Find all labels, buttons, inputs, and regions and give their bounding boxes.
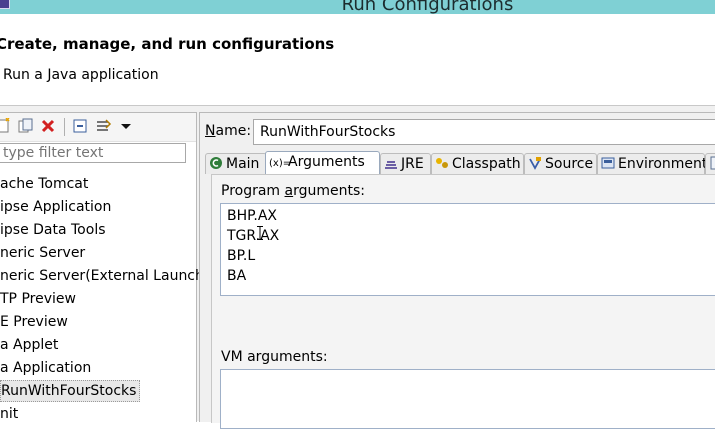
argument-line: TGR.AX <box>227 228 280 244</box>
argument-line: BP.L <box>227 248 256 264</box>
tab-main[interactable]: Main <box>205 153 267 174</box>
list-item[interactable]: neric Server <box>0 242 85 264</box>
window-title: Run Configurations <box>341 0 514 14</box>
list-item[interactable]: TP Preview <box>0 288 76 310</box>
source-icon <box>528 156 542 170</box>
tab-arguments[interactable]: (x)=Arguments <box>265 151 380 175</box>
main-icon <box>209 156 223 170</box>
common-icon <box>709 156 715 170</box>
filter-icon[interactable] <box>96 118 112 134</box>
list-item-selected[interactable]: RunWithFourStocks <box>0 380 141 402</box>
name-label: Name: <box>205 123 251 139</box>
header-title: Create, manage, and run configurations <box>0 35 335 53</box>
list-item[interactable]: a Applet <box>0 334 58 356</box>
header-subtitle: Run a Java application <box>3 67 159 83</box>
name-label-text: ame: <box>215 123 252 139</box>
toolbar-separator <box>64 118 65 136</box>
name-field[interactable] <box>253 119 715 145</box>
vm-arguments-label: VM arguments: <box>221 349 328 365</box>
list-item[interactable]: neric Server(External Launch) <box>0 265 209 287</box>
duplicate-icon[interactable] <box>18 118 34 134</box>
dialog-header: Create, manage, and run configurations R… <box>0 14 715 106</box>
tab-jre[interactable]: JRE <box>380 153 431 174</box>
filter-input[interactable] <box>0 143 186 163</box>
argument-line: BA <box>227 268 247 284</box>
list-item[interactable]: E Preview <box>0 311 68 333</box>
list-item[interactable]: nit <box>0 403 18 425</box>
delete-icon[interactable] <box>40 118 56 134</box>
list-item[interactable]: ache Tomcat <box>0 173 88 195</box>
tab-common[interactable] <box>705 153 715 174</box>
arguments-icon: (x)= <box>269 158 292 169</box>
program-arguments-label: Program arguments: <box>221 183 366 199</box>
classpath-icon <box>435 156 449 170</box>
program-arguments-textarea[interactable]: BHP.AX TGR.AX BP.L BA <box>220 203 715 296</box>
tab-environment[interactable]: Environment <box>597 153 707 174</box>
view-menu-icon[interactable] <box>118 118 134 134</box>
tree-toolbar <box>0 113 196 142</box>
new-configuration-icon[interactable] <box>0 117 12 134</box>
configuration-editor: Name: Main (x)=Arguments JRE Classpath S… <box>199 112 715 429</box>
list-item[interactable]: ipse Application <box>0 196 111 218</box>
argument-line: BHP.AX <box>227 208 278 224</box>
collapse-all-icon[interactable] <box>72 118 88 134</box>
tab-source[interactable]: Source <box>524 153 597 174</box>
tab-bar: Main (x)=Arguments JRE Classpath Source … <box>205 151 715 175</box>
list-item[interactable]: a Application <box>0 357 91 379</box>
text-cursor-icon <box>257 226 263 240</box>
title-bar[interactable]: Run Configurations <box>0 0 715 14</box>
tab-classpath[interactable]: Classpath <box>431 153 524 174</box>
vm-arguments-textarea[interactable] <box>220 369 715 429</box>
name-mnemonic: N <box>205 123 216 139</box>
jre-icon <box>384 156 398 170</box>
configuration-tree-panel: ache Tomcat ipse Application ipse Data T… <box>0 112 209 425</box>
environment-icon <box>601 156 615 170</box>
list-item[interactable]: ipse Data Tools <box>0 219 106 241</box>
arguments-tab-content: Program arguments: BHP.AX TGR.AX BP.L BA… <box>211 174 715 429</box>
